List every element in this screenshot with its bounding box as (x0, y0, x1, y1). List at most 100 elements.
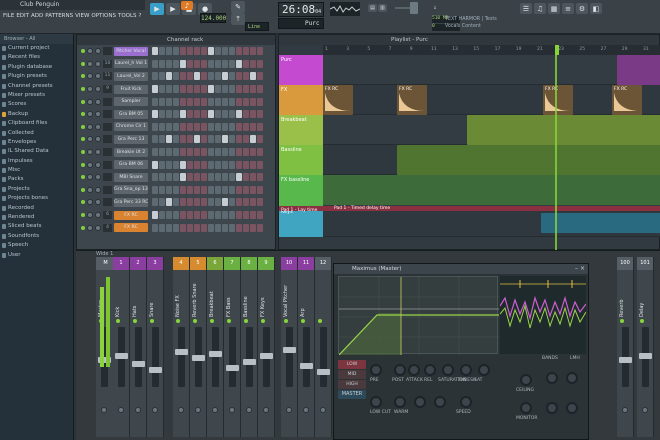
parameter-knob[interactable] (566, 372, 578, 384)
step-button[interactable] (243, 122, 249, 131)
mixer-track-number[interactable]: 11 (103, 72, 112, 81)
step-button[interactable] (152, 211, 158, 220)
volume-fader[interactable] (212, 327, 219, 387)
step-button[interactable] (236, 211, 242, 220)
step-button[interactable] (194, 185, 200, 194)
pan-knob[interactable] (135, 407, 141, 413)
browser-item[interactable]: Sliced beats (0, 222, 73, 231)
step-button[interactable] (166, 85, 172, 94)
fader-handle[interactable] (260, 353, 273, 359)
fader-handle[interactable] (283, 347, 296, 353)
mute-led[interactable] (81, 61, 85, 66)
channel-row[interactable]: 11 Laurel_Vol 2 (77, 70, 275, 83)
step-button[interactable] (236, 97, 242, 106)
step-button[interactable] (257, 198, 263, 207)
browser-item[interactable]: Scores (0, 100, 73, 109)
browser-item[interactable]: Collected (0, 129, 73, 138)
pan-knob[interactable] (195, 407, 201, 413)
channel-row[interactable]: 10 Laurel_h Vol 1 (77, 58, 275, 71)
step-button[interactable] (173, 148, 179, 157)
mixer-track-number[interactable] (103, 148, 112, 157)
fx-clip[interactable]: FX RC (323, 85, 353, 115)
step-button[interactable] (194, 223, 200, 232)
playlist-icon[interactable]: ☰ (520, 3, 532, 14)
step-button[interactable] (194, 59, 200, 68)
channel-name-button[interactable]: Gra Perc 33 RC (114, 197, 148, 207)
step-button[interactable] (229, 223, 235, 232)
step-button[interactable] (222, 173, 228, 182)
volume-fader[interactable] (178, 327, 185, 387)
pattern-clip[interactable] (617, 55, 660, 85)
browser-item[interactable]: Current project (0, 44, 73, 53)
step-button[interactable] (250, 110, 256, 119)
pan-knob[interactable] (303, 407, 309, 413)
band-button[interactable]: HIGH (338, 380, 366, 389)
step-button[interactable] (243, 223, 249, 232)
pan-knob[interactable] (87, 186, 93, 193)
pan-knob[interactable] (87, 98, 93, 105)
browser-item[interactable]: Recorded (0, 204, 73, 213)
step-button[interactable] (201, 223, 207, 232)
mixer-strip[interactable]: 3 Snare (147, 257, 164, 437)
track-header[interactable]: Bassline (279, 145, 323, 175)
strip-led[interactable] (193, 319, 197, 323)
channel-row[interactable]: Gra BM 05 (77, 108, 275, 121)
step-button[interactable] (257, 223, 263, 232)
step-button[interactable] (250, 198, 256, 207)
step-button[interactable] (173, 122, 179, 131)
step-button[interactable] (201, 72, 207, 81)
channel-rack-title[interactable]: Channel rack (77, 35, 275, 45)
step-button[interactable] (159, 47, 165, 56)
volume-fader[interactable] (229, 327, 236, 387)
parameter-knob[interactable] (414, 396, 426, 408)
step-button[interactable] (166, 135, 172, 144)
step-button[interactable] (152, 97, 158, 106)
step-button[interactable] (250, 185, 256, 194)
browser-item[interactable]: Projects bones (0, 194, 73, 203)
step-button[interactable] (243, 198, 249, 207)
step-button[interactable] (152, 72, 158, 81)
fader-handle[interactable] (317, 369, 330, 375)
step-button[interactable] (250, 173, 256, 182)
master-volume-handle[interactable] (410, 2, 418, 14)
step-button[interactable] (159, 122, 165, 131)
step-button[interactable] (152, 85, 158, 94)
browser-item[interactable]: Channel presets (0, 82, 73, 91)
step-button[interactable] (243, 173, 249, 182)
step-button[interactable] (222, 122, 228, 131)
parameter-knob[interactable] (434, 396, 446, 408)
mixer-track-number[interactable] (103, 110, 112, 119)
menu-options[interactable]: OPTIONS (91, 10, 116, 22)
menu-tools[interactable]: TOOLS (118, 10, 137, 22)
step-button[interactable] (229, 198, 235, 207)
strip-led[interactable] (133, 319, 137, 323)
step-button[interactable] (173, 97, 179, 106)
browser-item[interactable]: Rendered (0, 213, 73, 222)
bassline-clip[interactable] (397, 145, 660, 175)
pan-knob[interactable] (87, 73, 93, 80)
channel-row[interactable]: Sampler (77, 95, 275, 108)
mixer-track-number[interactable]: 4 (103, 223, 112, 232)
step-button[interactable] (229, 122, 235, 131)
channel-name-button[interactable]: Sampler (114, 97, 148, 107)
step-button[interactable] (215, 185, 221, 194)
channel-name-button[interactable]: Gra BM 06 (114, 160, 148, 170)
strip-led[interactable] (318, 319, 322, 323)
step-button[interactable] (215, 97, 221, 106)
step-button[interactable] (194, 85, 200, 94)
mute-led[interactable] (81, 74, 85, 79)
channel-row[interactable]: Pitcher Vocal (77, 45, 275, 58)
fader-handle[interactable] (209, 351, 222, 357)
step-button[interactable] (152, 223, 158, 232)
parameter-knob[interactable] (370, 396, 382, 408)
step-button[interactable] (173, 223, 179, 232)
channel-row[interactable]: Chrome Clr 1 (77, 121, 275, 134)
step-button[interactable] (166, 122, 172, 131)
parameter-knob[interactable] (460, 364, 472, 376)
step-button[interactable] (152, 198, 158, 207)
parameter-knob[interactable] (408, 364, 420, 376)
tempo-display[interactable]: 124.000 (200, 13, 226, 23)
step-button[interactable] (187, 173, 193, 182)
step-button[interactable] (208, 59, 214, 68)
mixer-strip[interactable]: 11 Arp (298, 257, 315, 437)
